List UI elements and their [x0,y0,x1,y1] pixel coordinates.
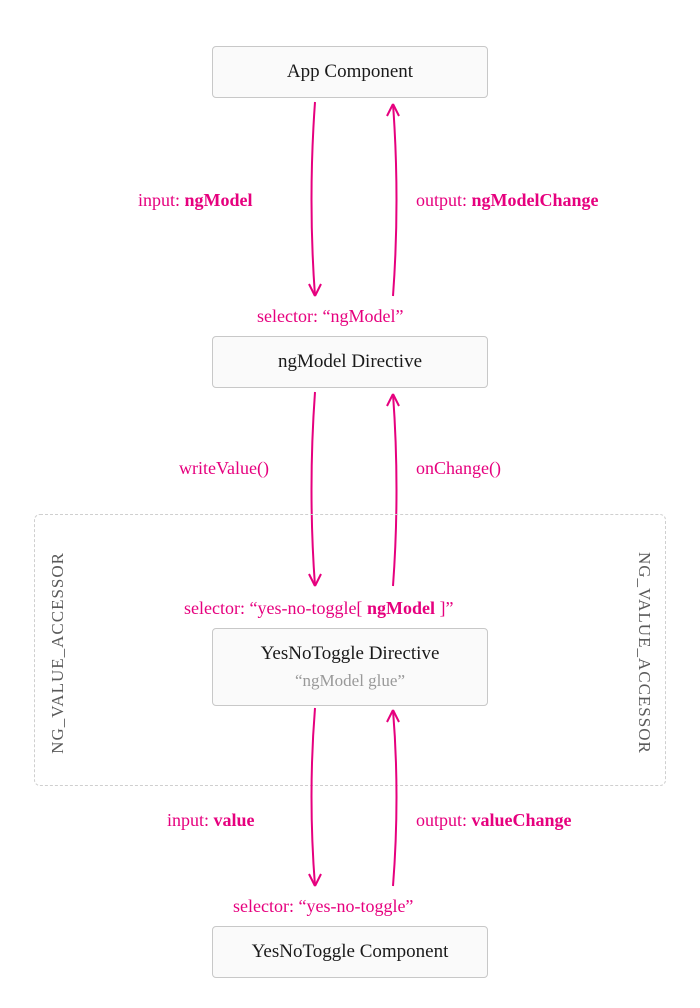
accessor-label-right: NG_VALUE_ACCESSOR [634,552,654,754]
arrow-up-1 [378,100,408,308]
yesno-toggle-directive-title: YesNoToggle Directive [261,643,440,664]
accessor-label-left: NG_VALUE_ACCESSOR [48,552,68,754]
app-component-title: App Component [287,61,413,82]
label-bold: ngModel [185,190,253,210]
label-input-ngmodel: input: ngModel [138,190,253,211]
yesno-toggle-component-box: YesNoToggle Component [212,926,488,978]
selector-toggle-directive: selector: “yes-no-toggle[ ngModel ]” [184,598,453,619]
label-output-ngmodelchange: output: ngModelChange [416,190,599,211]
label-onchange: onChange() [416,458,501,479]
ngmodel-directive-title: ngModel Directive [278,351,422,372]
yesno-toggle-component-title: YesNoToggle Component [252,941,449,962]
label-bold: ngModelChange [472,190,599,210]
label-bold: valueChange [472,810,572,830]
label-text: ]” [435,598,453,618]
label-text: input: [167,810,214,830]
label-input-value: input: value [167,810,255,831]
ngmodel-directive-box: ngModel Directive [212,336,488,388]
label-bold: ngModel [367,598,435,618]
label-bold: value [214,810,255,830]
arrow-down-1 [300,100,330,308]
label-writevalue: writeValue() [179,458,269,479]
yesno-toggle-directive-subtitle: “ngModel glue” [223,671,477,691]
label-output-valuechange: output: valueChange [416,810,572,831]
selector-toggle-component: selector: “yes-no-toggle” [233,896,413,917]
label-text: output: [416,190,472,210]
yesno-toggle-directive-box: YesNoToggle Directive “ngModel glue” [212,628,488,706]
selector-ngmodel: selector: “ngModel” [257,306,403,327]
label-text: output: [416,810,472,830]
label-text: selector: “yes-no-toggle[ [184,598,367,618]
label-text: input: [138,190,185,210]
app-component-box: App Component [212,46,488,98]
